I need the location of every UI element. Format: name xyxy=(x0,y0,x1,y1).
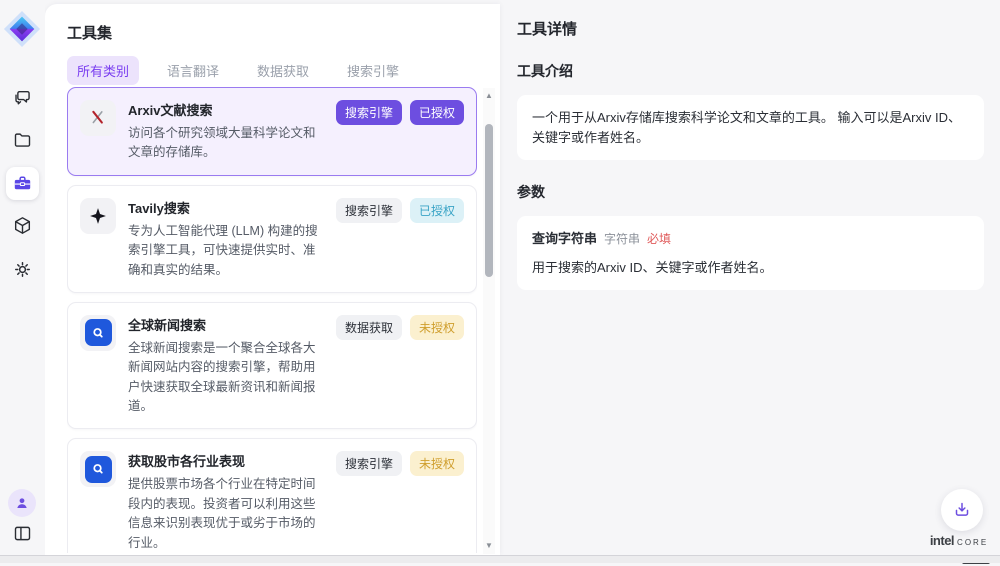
page-title: 工具集 xyxy=(67,22,112,43)
category-badge: 搜索引擎 xyxy=(336,100,402,125)
tool-description: 提供股票市场各个行业在特定时间段内的表现。投资者可以利用这些信息来识别表现优于或… xyxy=(128,475,324,553)
scrollbar-up-icon[interactable]: ▲ xyxy=(483,90,495,102)
tool-description: 全球新闻搜索是一个聚合全球各大新闻网站内容的搜索引擎，帮助用户快速获取全球最新资… xyxy=(128,339,324,417)
tool-card-sector-performance[interactable]: 获取股市各行业表现 提供股票市场各个行业在特定时间段内的表现。投资者可以利用这些… xyxy=(67,438,477,553)
news-search-icon xyxy=(80,315,116,351)
scrollbar-down-icon[interactable]: ▼ xyxy=(483,540,495,552)
tool-title: Arxiv文献搜索 xyxy=(128,100,324,119)
list-scrollbar[interactable]: ▲ ▼ xyxy=(483,88,495,554)
tool-card-tavily[interactable]: Tavily搜索 专为人工智能代理 (LLM) 构建的搜索引擎工具，可快速提供实… xyxy=(67,185,477,293)
auth-status-badge: 已授权 xyxy=(410,100,464,125)
tool-title: Tavily搜索 xyxy=(128,198,324,217)
tool-card-arxiv[interactable]: Arxiv文献搜索 访问各个研究领域大量科学论文和文章的存储库。 搜索引擎 已授… xyxy=(67,87,477,176)
panel-layout-icon xyxy=(12,523,33,544)
params-heading: 参数 xyxy=(517,182,984,202)
sidebar-item-settings[interactable] xyxy=(6,253,39,286)
chat-icon xyxy=(12,87,33,108)
window-bottom-edge xyxy=(0,555,1000,563)
param-required-flag: 必填 xyxy=(647,230,671,248)
user-avatar[interactable] xyxy=(8,489,36,517)
arxiv-logo-icon xyxy=(80,100,116,136)
download-icon xyxy=(952,500,972,520)
param-type: 字符串 xyxy=(604,230,640,248)
category-tabs: 所有类别 语言翻译 数据获取 搜索引擎 xyxy=(67,56,409,85)
intro-text-box: 一个用于从Arxiv存储库搜索科学论文和文章的工具。 输入可以是Arxiv ID… xyxy=(517,95,984,160)
param-item-box: 查询字符串 字符串 必填 用于搜索的Arxiv ID、关键字或作者姓名。 xyxy=(517,216,984,290)
param-description: 用于搜索的Arxiv ID、关键字或作者姓名。 xyxy=(532,258,969,278)
sidebar-item-tools[interactable] xyxy=(6,167,39,200)
tool-description: 访问各个研究领域大量科学论文和文章的存储库。 xyxy=(128,124,324,163)
param-name: 查询字符串 xyxy=(532,229,597,249)
tool-description: 专为人工智能代理 (LLM) 构建的搜索引擎工具，可快速提供实时、准确和真实的结… xyxy=(128,222,324,280)
tab-all-categories[interactable]: 所有类别 xyxy=(67,56,139,85)
intro-heading: 工具介绍 xyxy=(517,61,984,81)
auth-status-badge: 未授权 xyxy=(410,315,464,340)
tool-collection-panel: 工具集 所有类别 语言翻译 数据获取 搜索引擎 Arxiv文献搜索 访问各个研究… xyxy=(45,4,500,555)
auth-status-badge: 已授权 xyxy=(410,198,464,223)
core-wordmark: core xyxy=(957,536,988,548)
category-badge: 搜索引擎 xyxy=(336,198,402,223)
tool-detail-panel: 工具详情 工具介绍 一个用于从Arxiv存储库搜索科学论文和文章的工具。 输入可… xyxy=(505,0,1000,555)
auth-status-badge: 未授权 xyxy=(410,451,464,476)
detail-title: 工具详情 xyxy=(517,18,984,39)
gear-icon xyxy=(12,259,33,280)
tab-search-engine[interactable]: 搜索引擎 xyxy=(337,56,409,85)
tab-translation[interactable]: 语言翻译 xyxy=(157,56,229,85)
tool-card-global-news[interactable]: 全球新闻搜索 全球新闻搜索是一个聚合全球各大新闻网站内容的搜索引擎，帮助用户快速… xyxy=(67,302,477,430)
news-search-icon xyxy=(80,451,116,487)
intel-wordmark: intel xyxy=(930,533,954,548)
tool-card-list: Arxiv文献搜索 访问各个研究领域大量科学论文和文章的存储库。 搜索引擎 已授… xyxy=(67,87,477,553)
category-badge: 数据获取 xyxy=(336,315,402,340)
toolbox-icon xyxy=(12,173,33,194)
collapse-panel-button[interactable] xyxy=(6,517,39,550)
download-button[interactable] xyxy=(941,489,983,531)
cube-icon xyxy=(12,215,33,236)
folder-icon xyxy=(12,130,33,151)
app-logo-icon xyxy=(3,10,41,48)
intro-text: 一个用于从Arxiv存储库搜索科学论文和文章的工具。 输入可以是Arxiv ID… xyxy=(532,110,961,145)
left-sidebar xyxy=(0,0,45,555)
sidebar-item-chat[interactable] xyxy=(6,81,39,114)
tool-title: 全球新闻搜索 xyxy=(128,315,324,334)
sidebar-item-files[interactable] xyxy=(6,124,39,157)
tab-data-fetch[interactable]: 数据获取 xyxy=(247,56,319,85)
tool-title: 获取股市各行业表现 xyxy=(128,451,324,470)
category-badge: 搜索引擎 xyxy=(336,451,402,476)
tavily-star-icon xyxy=(80,198,116,234)
person-icon xyxy=(14,495,30,511)
sidebar-item-models[interactable] xyxy=(6,209,39,242)
scrollbar-thumb[interactable] xyxy=(485,124,493,277)
